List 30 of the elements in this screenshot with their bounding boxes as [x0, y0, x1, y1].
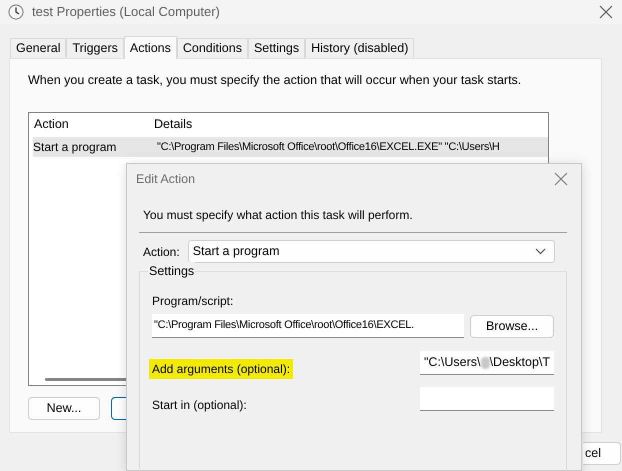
chevron-icon	[534, 248, 546, 255]
list-row[interactable]: Start a program "C:\Program Files\Microsoft Office\root\Office16\EXCEL.EXE" "C:\Users\H	[33, 136, 548, 157]
program-field[interactable]: "C:\Program Files\Microsoft Office\root\Office16\EXCEL.	[152, 314, 464, 338]
redacted-mark	[480, 356, 490, 368]
browse-button[interactable]: Browse...	[470, 314, 554, 338]
column-header[interactable]: Details	[149, 114, 548, 134]
window-title: test Properties (Local Computer)	[32, 3, 220, 22]
column-header[interactable]: Action	[29, 114, 149, 134]
close-icon	[554, 172, 568, 186]
tab[interactable]: General	[10, 38, 66, 58]
tab[interactable]: History (disabled)	[305, 38, 414, 58]
new-button[interactable]: New...	[28, 396, 100, 420]
tab[interactable]: Settings	[248, 38, 306, 58]
group-label: Settings	[148, 262, 196, 281]
field-label: Program/script:	[152, 293, 234, 310]
close-icon	[599, 5, 613, 19]
action-dropdown[interactable]: Start a program	[188, 240, 555, 263]
tab[interactable]: Triggers	[66, 38, 124, 58]
start-in-field[interactable]	[420, 387, 554, 411]
cancel-button[interactable]: cel	[583, 442, 621, 465]
tab[interactable]: Actions	[124, 36, 177, 59]
dialog-title: Edit Action	[136, 170, 196, 188]
description-text: When you create a task, you must specify the action that will occur when your task starts.	[28, 72, 522, 89]
action-label: Action:	[143, 244, 180, 260]
arguments-field[interactable]: "C:\Users\ \Desktop\T	[420, 351, 554, 375]
instruction-text: You must specify what action this task will perform.	[142, 207, 414, 224]
field-label: Add arguments (optional):	[149, 359, 294, 379]
field-label: Start in (optional):	[152, 397, 247, 414]
clock-icon	[8, 4, 24, 20]
tab[interactable]: Conditions	[176, 38, 248, 58]
